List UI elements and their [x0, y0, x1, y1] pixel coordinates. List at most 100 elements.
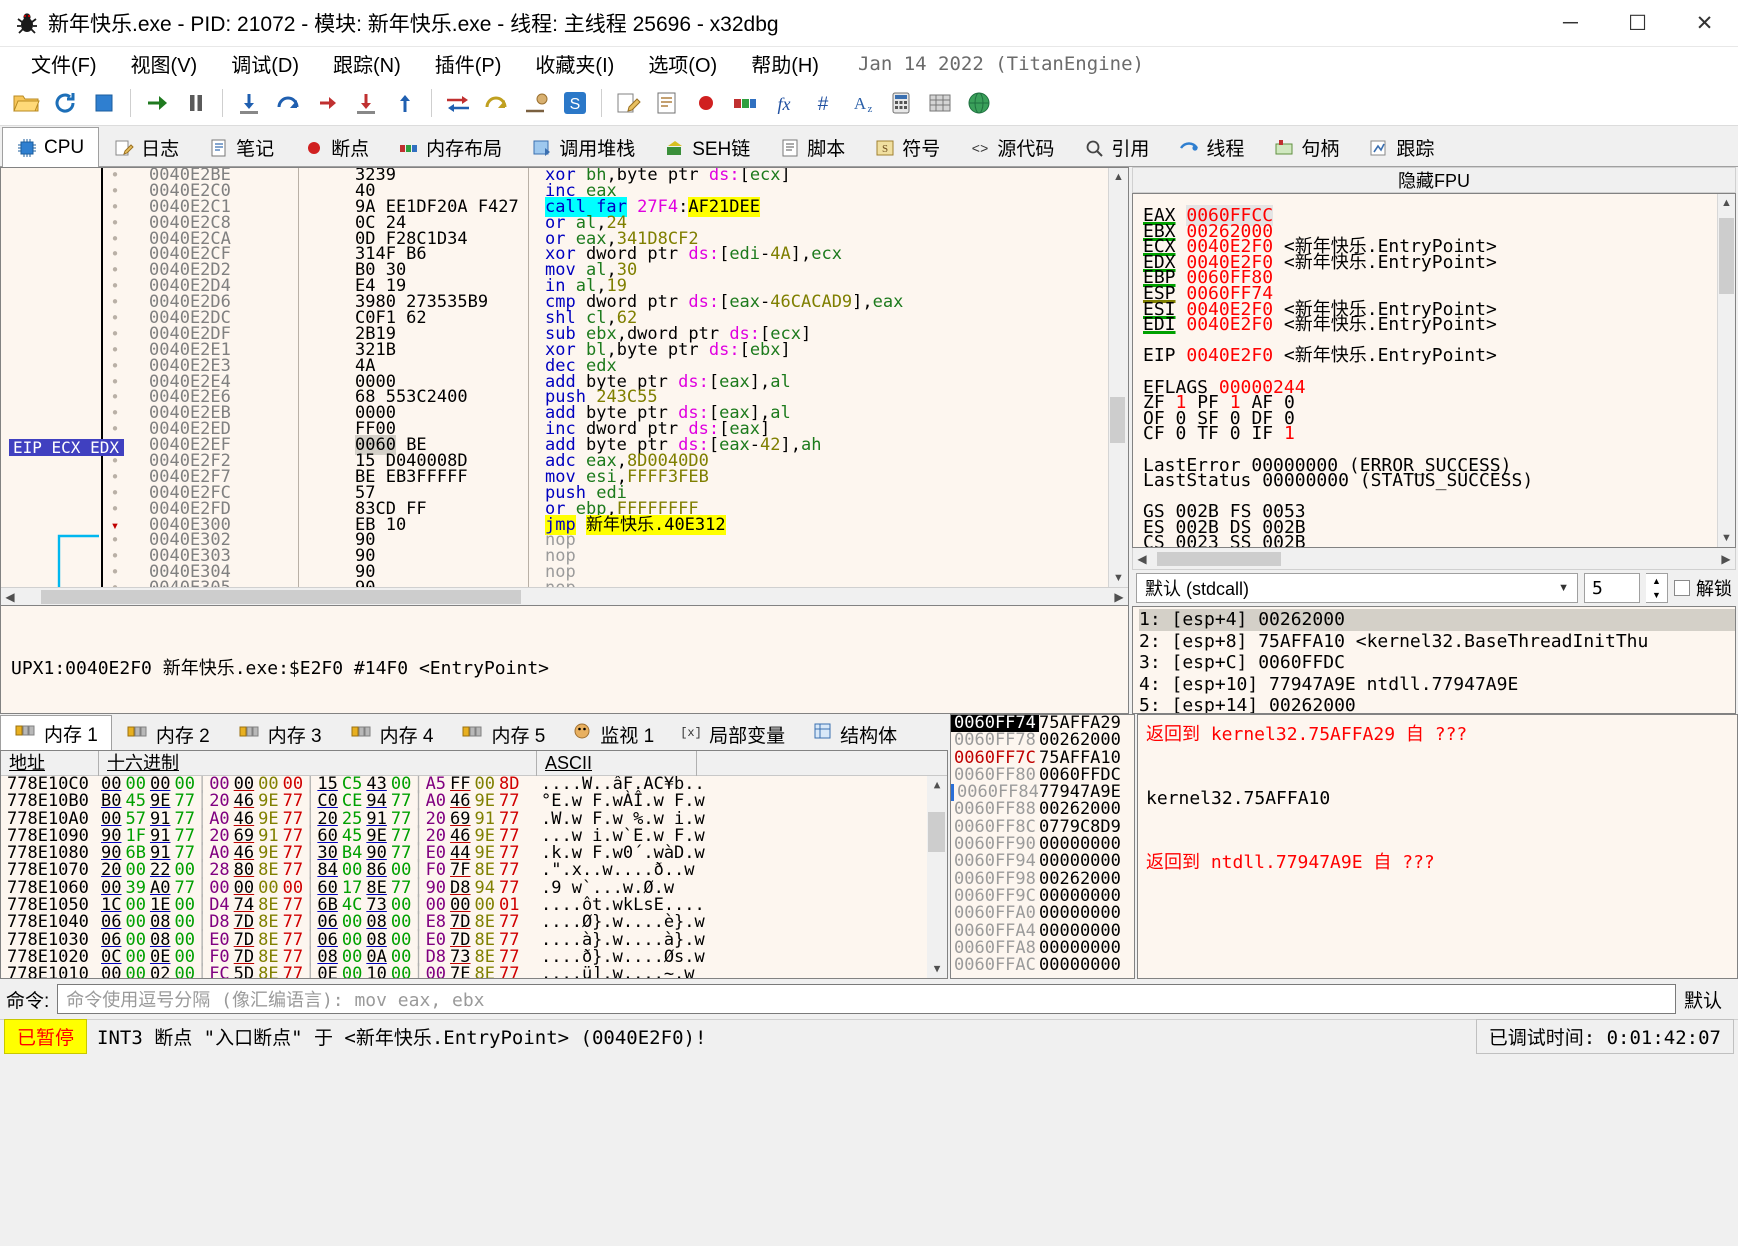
tab-cpu[interactable]: CPU	[2, 127, 100, 167]
disassembly-opcode[interactable]: 83CD FF	[299, 500, 528, 518]
flags-row[interactable]: CF 0 TF 0 IF 1	[1143, 423, 1717, 444]
scroll-left-icon[interactable]: ◀	[1133, 550, 1151, 568]
dump-tab-2[interactable]: 内存 2	[111, 717, 224, 750]
stack-address[interactable]: 0060FF78	[951, 731, 1039, 749]
registers-horizontal-scrollbar[interactable]: ◀ ▶	[1132, 548, 1736, 570]
hardware-icon[interactable]	[922, 85, 958, 121]
dump-tab-3[interactable]: 内存 3	[223, 717, 336, 750]
dump-byte[interactable]: 00	[172, 964, 196, 978]
dump-tab-1[interactable]: 内存 1	[0, 715, 112, 750]
minimize-button[interactable]: ─	[1537, 0, 1604, 47]
step-over-icon[interactable]	[270, 85, 306, 121]
register-value[interactable]: 0040E2F0	[1186, 314, 1273, 335]
segment-value[interactable]: 002B	[1262, 532, 1305, 547]
menu-item-help[interactable]: 帮助(H)	[734, 45, 836, 82]
calculator-icon[interactable]	[883, 85, 919, 121]
scroll-thumb[interactable]	[1719, 218, 1734, 295]
stack-value[interactable]: 00000000	[1039, 956, 1121, 974]
dump-byte[interactable]: 00	[424, 964, 448, 978]
tab-handles[interactable]: 句柄	[1259, 128, 1355, 166]
argument-row[interactable]: 2: [esp+8] 75AFFA10 <kernel32.BaseThread…	[1139, 631, 1735, 653]
disassembly-instruction[interactable]: nop	[529, 564, 1128, 581]
tab-log[interactable]: 日志	[99, 128, 195, 166]
arguments-list[interactable]: 1: [esp+4] 00262000 2: [esp+8] 75AFFA10 <…	[1132, 606, 1736, 714]
tab-script[interactable]: 脚本	[765, 128, 861, 166]
dump-byte[interactable]: 77	[281, 964, 305, 978]
tab-breakpoints[interactable]: 断点	[289, 128, 385, 166]
dump-byte[interactable]: 0E	[315, 964, 339, 978]
dump-byte[interactable]: 00	[389, 964, 413, 978]
stack-address[interactable]: 0060FFA0	[951, 904, 1039, 922]
scroll-down-icon[interactable]: ▼	[1718, 529, 1735, 547]
scroll-right-icon[interactable]: ▶	[1110, 588, 1128, 606]
disassembly-opcode[interactable]: BE EB3FFFFF	[299, 468, 528, 486]
disassembly-opcode[interactable]: 90	[299, 548, 528, 565]
dump-ascii[interactable]: °E.w F.wÀÎ.w F.w	[531, 792, 705, 810]
registers-list[interactable]: EAX 0060FFCC EBX 00262000 ECX 0040E2F0 <新年…	[1133, 194, 1717, 547]
scroll-left-icon[interactable]: ◀	[1, 588, 19, 606]
scroll-track-horizontal[interactable]	[19, 589, 1110, 604]
dump-byte[interactable]: 00	[99, 964, 123, 978]
dump-header-address[interactable]: 地址	[1, 751, 99, 776]
stack-view[interactable]: 0060FF74 75AFFA29 0060FF78 00262000 0060FF7C…	[950, 714, 1135, 979]
unlock-checkbox[interactable]	[1674, 580, 1690, 596]
disassembly-opcode[interactable]: 4A	[299, 357, 528, 375]
dump-address[interactable]: 778E10B0	[1, 792, 91, 810]
tab-call-stack[interactable]: 调用堆栈	[517, 128, 651, 166]
dump-byte[interactable]: 00	[123, 964, 147, 978]
menu-item-favourites[interactable]: 收藏夹(I)	[518, 45, 631, 82]
dump-byte[interactable]: FC	[207, 964, 231, 978]
dump-byte[interactable]: 00	[340, 964, 364, 978]
dump-address[interactable]: 778E1010	[1, 965, 91, 978]
segment-row[interactable]: CS 0023 SS 002B	[1143, 532, 1717, 547]
last-row[interactable]: LastStatus 00000000 (STATUS_SUCCESS)	[1143, 472, 1717, 490]
dump-rows[interactable]: 778E10C0 00 00 00 00 │ 00 00 00 00 │ 15 C5 43 00 │ A5 FF 0…	[1, 776, 947, 978]
menu-item-trace[interactable]: 跟踪(N)	[316, 45, 418, 82]
breakpoint-dot-icon[interactable]: •	[103, 580, 127, 587]
disassembly-instruction[interactable]: nop	[529, 532, 1128, 549]
menu-item-plugins[interactable]: 插件(P)	[418, 45, 519, 82]
disassembly-instruction[interactable]: nop	[529, 580, 1128, 587]
hide-fpu-button[interactable]: 隐藏FPU	[1132, 167, 1736, 193]
step-out-icon[interactable]	[309, 85, 345, 121]
dump-tab-8[interactable]: 结构体	[799, 717, 912, 750]
memory-map-icon[interactable]	[727, 85, 763, 121]
font-icon[interactable]: Az	[844, 85, 880, 121]
command-input[interactable]: 命令使用逗号分隔 (像汇编语言): mov eax, ebx	[57, 984, 1676, 1014]
dump-tab-6[interactable]: 监视 1	[559, 717, 669, 750]
scroll-thumb-horizontal[interactable]	[40, 589, 521, 604]
trace-over-icon[interactable]	[479, 85, 515, 121]
scroll-right-icon[interactable]: ▶	[1717, 550, 1735, 568]
disassembly-view[interactable]: EIP ECX EDX E ••••••••••••••••••••••▾•••…	[1, 168, 1128, 587]
functions-icon[interactable]: fx	[766, 85, 802, 121]
register-value[interactable]: 0040E2F0	[1186, 345, 1273, 366]
scroll-track-horizontal[interactable]	[1151, 551, 1717, 566]
tab-threads[interactable]: 线程	[1164, 128, 1260, 166]
close-button[interactable]: ✕	[1671, 0, 1738, 47]
scroll-up-icon[interactable]: ▲	[927, 776, 947, 794]
segment-name[interactable]: SS	[1230, 532, 1252, 547]
trace-into-icon[interactable]	[440, 85, 476, 121]
calling-convention-select[interactable]: 默认 (stdcall) ▼	[1136, 573, 1578, 603]
disassembly-instruction[interactable]: xor bl,byte ptr ds:[ebx]	[529, 341, 1128, 359]
tab-source[interactable]: <> 源代码	[955, 128, 1070, 166]
scroll-thumb-horizontal[interactable]	[1156, 551, 1282, 566]
dump-hex[interactable]: 00 00 02 00 │ FC 5D 8E 77 │ 0E 00 10 00 │ 00 7E 8E 77	[91, 966, 531, 978]
scroll-thumb[interactable]	[1110, 396, 1125, 443]
flag-value[interactable]: 1	[1284, 423, 1295, 444]
dump-byte[interactable]: 7E	[448, 964, 472, 978]
dump-byte[interactable]: 5D	[232, 964, 256, 978]
maximize-button[interactable]: ☐	[1604, 0, 1671, 47]
dump-tab-4[interactable]: 内存 4	[335, 717, 448, 750]
run-to-selection-icon[interactable]	[348, 85, 384, 121]
disassembly-opcode[interactable]: 90	[299, 564, 528, 581]
scroll-track[interactable]	[1718, 212, 1735, 529]
tab-memory-layout[interactable]: 内存布局	[384, 128, 518, 166]
menu-item-debug[interactable]: 调试(D)	[214, 45, 316, 82]
disassembly-instruction[interactable]: xor bh,byte ptr ds:[ecx]	[529, 168, 1128, 184]
stepper-up-icon[interactable]: ▲	[1646, 574, 1667, 588]
disassembly-instruction[interactable]: nop	[529, 548, 1128, 565]
disassembly-horizontal-scrollbar[interactable]: ◀ ▶	[1, 587, 1128, 605]
stack-address[interactable]: 0060FFAC	[951, 956, 1039, 974]
segment-name[interactable]: CS	[1143, 532, 1165, 547]
